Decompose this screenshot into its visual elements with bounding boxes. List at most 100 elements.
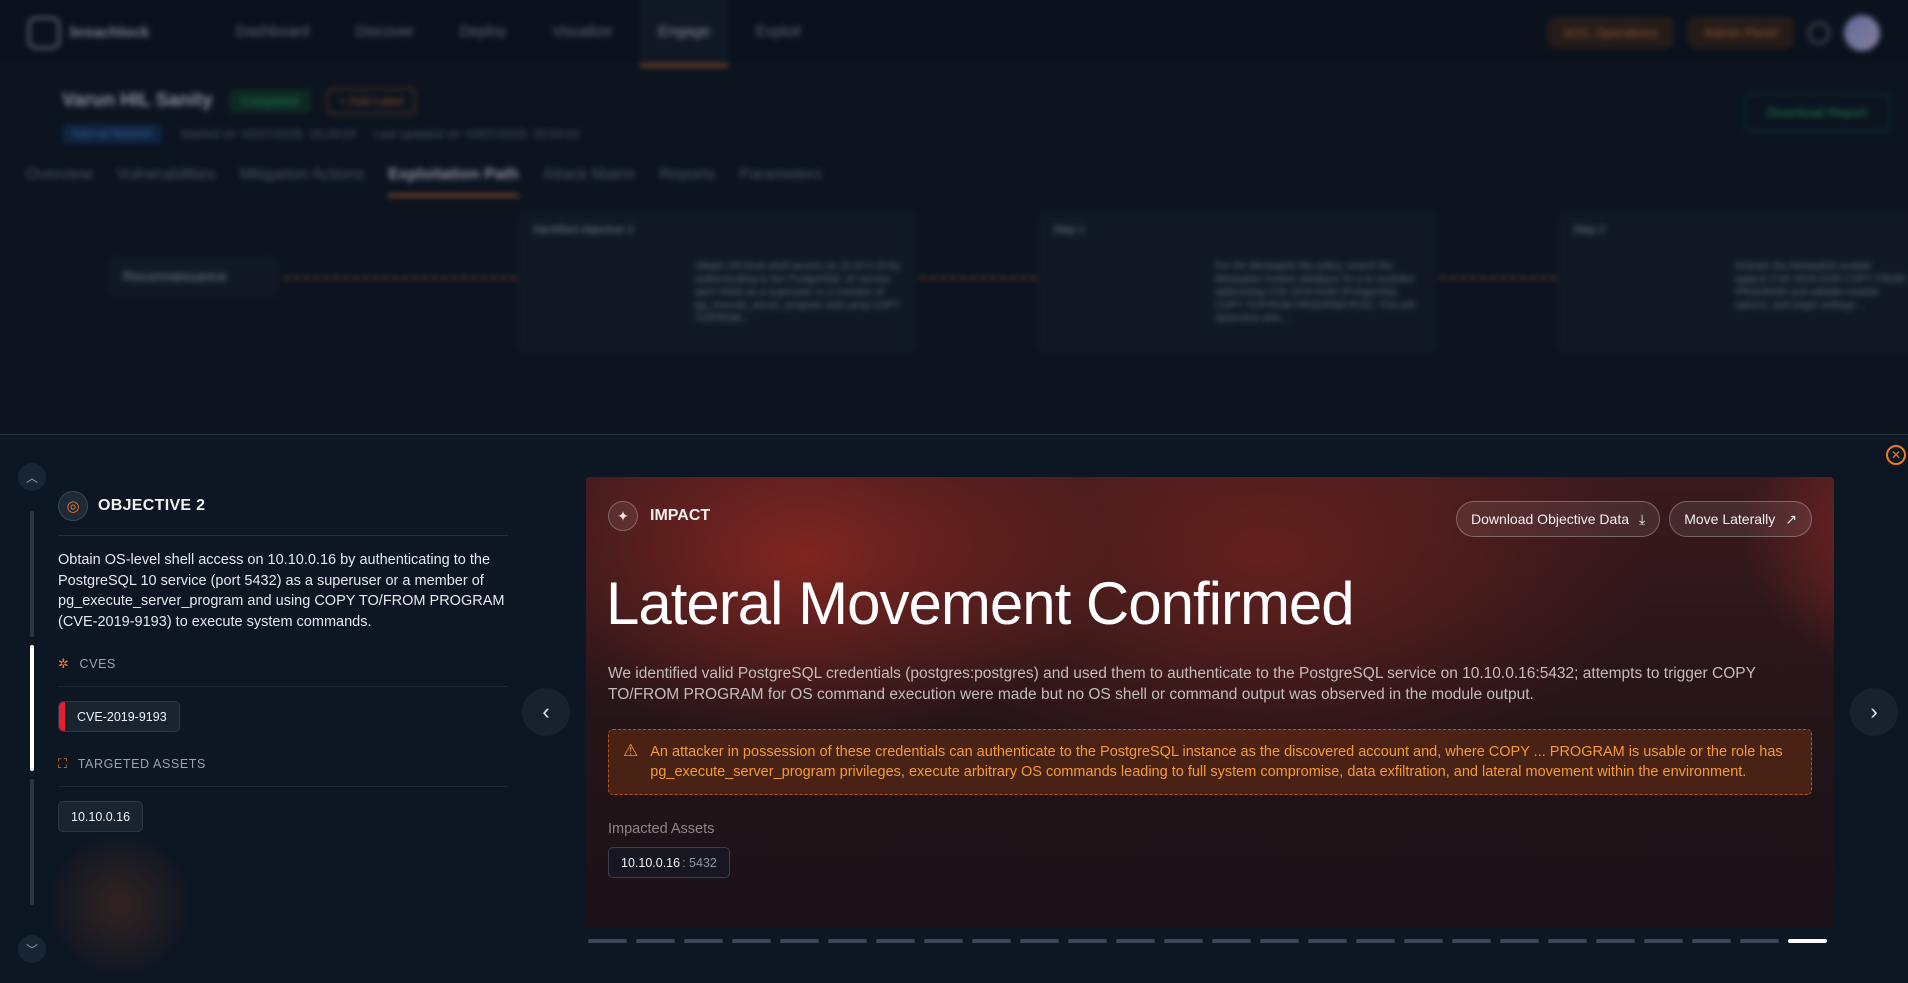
nav-item-engage[interactable]: Engage xyxy=(640,0,728,67)
pagination-dot-active[interactable] xyxy=(1788,939,1827,943)
scenario-title: Varun HIL Sanity xyxy=(62,90,213,111)
tab-parameters[interactable]: Parameters xyxy=(739,166,822,197)
flow-connector xyxy=(1440,277,1556,279)
chevron-down-icon[interactable]: ﹀ xyxy=(18,935,46,963)
avatar[interactable] xyxy=(1844,14,1880,51)
close-icon[interactable]: ✕ xyxy=(1886,445,1906,465)
network-badge: Internal Network xyxy=(62,124,163,144)
arrow-up-right-icon: ↗ xyxy=(1785,510,1797,527)
pagination-dot[interactable] xyxy=(1740,939,1779,943)
flow-node-title: Identified objective 2 xyxy=(533,224,634,236)
background-app: breachlock Dashboard Discover Deploy Vis… xyxy=(0,0,1908,435)
cve-chip[interactable]: CVE-2019-9193 xyxy=(58,701,180,732)
tab-overview[interactable]: Overview xyxy=(26,166,93,197)
nav-item-discover[interactable]: Discover xyxy=(337,0,431,67)
impact-actions: Download Objective Data ⤓ Move Laterally… xyxy=(1456,501,1812,537)
rail-segment[interactable] xyxy=(30,779,34,905)
pagination-dot[interactable] xyxy=(1212,939,1251,943)
pagination-dot[interactable] xyxy=(1308,939,1347,943)
tab-vulnerabilities[interactable]: Vulnerabilities xyxy=(117,166,216,197)
soc-operations-button[interactable]: SOC Operations xyxy=(1546,17,1675,48)
tab-attack-matrix[interactable]: Attack Matrix xyxy=(543,166,635,197)
impact-headline: Lateral Movement Confirmed xyxy=(606,570,1355,637)
pagination-dots xyxy=(588,939,1827,943)
flow-connector xyxy=(920,277,1036,279)
impact-card: ✦ IMPACT Download Objective Data ⤓ Move … xyxy=(586,477,1834,927)
nav-item-exploit[interactable]: Exploit xyxy=(738,0,819,67)
target-icon: ◎ xyxy=(58,491,88,521)
impacted-asset-host: 10.10.0.16 xyxy=(621,855,681,870)
tab-exploitation-path[interactable]: Exploitation Path xyxy=(388,166,519,197)
next-arrow-icon[interactable]: › xyxy=(1850,688,1898,736)
pagination-dot[interactable] xyxy=(1164,939,1203,943)
pagination-dot[interactable] xyxy=(1020,939,1059,943)
pagination-dot[interactable] xyxy=(924,939,963,943)
nav-item-visualize[interactable]: Visualize xyxy=(534,0,630,67)
tab-reports[interactable]: Reports xyxy=(659,166,715,197)
updated-date: Last updated on: 03/07/2025, 20:50:02 xyxy=(373,127,580,141)
move-laterally-button[interactable]: Move Laterally ↗ xyxy=(1669,501,1812,537)
pagination-dot[interactable] xyxy=(684,939,723,943)
bell-icon[interactable] xyxy=(1808,21,1830,44)
pagination-dot[interactable] xyxy=(732,939,771,943)
rail-segment[interactable] xyxy=(30,511,34,637)
pagination-dot[interactable] xyxy=(588,939,627,943)
warning-text: An attacker in possession of these crede… xyxy=(650,744,1783,780)
flow-connector xyxy=(284,277,516,279)
download-report-button[interactable]: Download Report xyxy=(1743,94,1890,131)
download-icon: ⤓ xyxy=(1639,510,1646,527)
flow-node-step-1[interactable]: Step 1 For the Metasploit this policy, s… xyxy=(1038,213,1436,353)
scenario-title-row: Varun HIL Sanity Completed + Add Label xyxy=(62,88,1880,114)
impacted-asset-chip[interactable]: 10.10.0.16 : 5432 xyxy=(608,847,730,878)
pagination-dot[interactable] xyxy=(1692,939,1731,943)
pagination-dot[interactable] xyxy=(1116,939,1155,943)
flow-node-title: Step 1 xyxy=(1053,224,1085,236)
pagination-dot[interactable] xyxy=(828,939,867,943)
started-date: Started on: 02/07/2025, 16:28:03 xyxy=(180,127,356,141)
nav-items: Dashboard Discover Deploy Visualize Enga… xyxy=(218,0,819,67)
flow-node-text: Activate the Metasploit module against C… xyxy=(1735,261,1905,311)
asset-chip[interactable]: 10.10.0.16 xyxy=(58,801,144,832)
scenario-meta: Internal Network Started on: 02/07/2025,… xyxy=(62,124,1880,144)
pagination-dot[interactable] xyxy=(1596,939,1635,943)
scenario-tabs: Overview Vulnerabilities Mitigation Acti… xyxy=(0,144,1908,197)
flow-node-text: Obtain OS-level shell access on 10.10.0.… xyxy=(695,261,901,324)
impact-description: We identified valid PostgreSQL credentia… xyxy=(608,665,1756,703)
objective-title: OBJECTIVE 2 xyxy=(98,497,206,514)
recon-node[interactable]: Reconnaissance xyxy=(108,257,278,297)
admin-panel-button[interactable]: Admin Panel xyxy=(1688,17,1794,48)
recon-label: Reconnaissance xyxy=(123,268,227,284)
pagination-dot[interactable] xyxy=(1068,939,1107,943)
objective-description: Obtain OS-level shell access on 10.10.0.… xyxy=(58,552,505,630)
pagination-dot[interactable] xyxy=(780,939,819,943)
download-objective-data-button[interactable]: Download Objective Data ⤓ xyxy=(1456,501,1661,537)
pagination-dot[interactable] xyxy=(1644,939,1683,943)
assets-section-heading: ⛶ TARGETED ASSETS xyxy=(58,756,508,787)
tab-mitigation-actions[interactable]: Mitigation Actions xyxy=(240,166,365,197)
flow-node-objective[interactable]: Identified objective 2 Obtain OS-level s… xyxy=(518,213,916,353)
pagination-dot[interactable] xyxy=(1548,939,1587,943)
pagination-dot[interactable] xyxy=(1500,939,1539,943)
warning-triangle-icon: ⚠ xyxy=(623,741,639,760)
nav-item-dashboard[interactable]: Dashboard xyxy=(218,0,327,67)
impacted-assets-label: Impacted Assets xyxy=(608,821,715,837)
chevron-up-icon[interactable]: ︿ xyxy=(18,463,46,491)
exploitation-flow: Reconnaissance Identified objective 2 Ob… xyxy=(0,211,1908,371)
pagination-dot[interactable] xyxy=(1404,939,1443,943)
pagination-dot[interactable] xyxy=(1356,939,1395,943)
warning-callout: ⚠ An attacker in possession of these cre… xyxy=(608,729,1812,795)
download-objective-data-label: Download Objective Data xyxy=(1471,511,1630,527)
add-label-button[interactable]: + Add Label xyxy=(326,88,417,114)
pagination-dot[interactable] xyxy=(636,939,675,943)
pagination-dot[interactable] xyxy=(972,939,1011,943)
nav-item-deploy[interactable]: Deploy xyxy=(442,0,525,67)
top-navigation: breachlock Dashboard Discover Deploy Vis… xyxy=(0,0,1908,67)
rail-segment-active[interactable] xyxy=(30,645,34,771)
logo-text: breachlock xyxy=(70,24,150,41)
pagination-dot[interactable] xyxy=(1260,939,1299,943)
impacted-asset-port: : 5432 xyxy=(682,855,717,870)
pagination-dot[interactable] xyxy=(876,939,915,943)
previous-arrow-icon[interactable]: ‹ xyxy=(522,688,570,736)
pagination-dot[interactable] xyxy=(1452,939,1491,943)
flow-node-step-2[interactable]: Step 2 Activate the Metasploit module ag… xyxy=(1558,213,1908,353)
